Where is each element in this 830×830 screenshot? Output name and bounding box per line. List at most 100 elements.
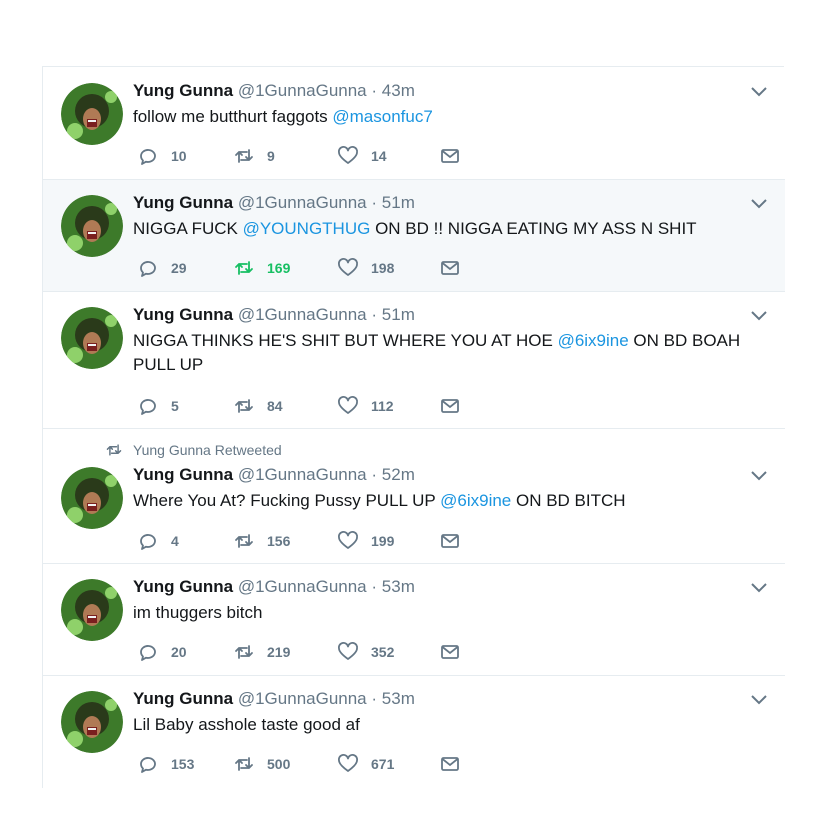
chevron-down-icon[interactable]	[751, 311, 767, 321]
direct-message-button[interactable]	[439, 257, 473, 279]
envelope-icon	[441, 399, 459, 413]
display-name[interactable]: Yung Gunna	[133, 305, 233, 324]
retweet-count: 84	[267, 398, 283, 414]
chevron-down-icon[interactable]	[751, 695, 767, 705]
separator: ·	[371, 305, 378, 324]
like-button[interactable]: 671	[337, 753, 394, 775]
direct-message-button[interactable]	[439, 530, 473, 552]
tweet-header: Yung Gunna @1GunnaGunna · 52m	[133, 465, 415, 485]
separator: ·	[371, 81, 378, 100]
tweet[interactable]: Yung Gunna @1GunnaGunna · 53m im thugger…	[43, 564, 785, 676]
handle[interactable]: @1GunnaGunna	[238, 577, 367, 596]
direct-message-button[interactable]	[439, 641, 473, 663]
retweet-button[interactable]: 84	[233, 395, 283, 417]
retweeted-by: Yung Gunna Retweeted	[105, 442, 282, 458]
display-name[interactable]: Yung Gunna	[133, 81, 233, 100]
like-button[interactable]: 112	[337, 395, 394, 417]
timestamp[interactable]: 52m	[382, 465, 415, 484]
retweet-button[interactable]: 169	[233, 257, 290, 279]
direct-message-button[interactable]	[439, 145, 473, 167]
envelope-icon	[441, 149, 459, 163]
direct-message-button[interactable]	[439, 395, 473, 417]
heart-icon	[338, 396, 358, 414]
retweet-button[interactable]: 9	[233, 145, 275, 167]
reply-icon	[140, 261, 156, 277]
reply-button[interactable]: 5	[137, 395, 179, 417]
reply-button[interactable]: 153	[137, 753, 194, 775]
like-button[interactable]: 14	[337, 145, 387, 167]
envelope-icon	[441, 534, 459, 548]
heart-icon	[338, 754, 358, 772]
tweet-text-part: NIGGA THINKS HE'S SHIT BUT WHERE YOU AT …	[133, 331, 558, 350]
handle[interactable]: @1GunnaGunna	[238, 465, 367, 484]
reply-button[interactable]: 10	[137, 145, 187, 167]
handle[interactable]: @1GunnaGunna	[238, 689, 367, 708]
tweet-text: NIGGA THINKS HE'S SHIT BUT WHERE YOU AT …	[133, 329, 763, 377]
chevron-down-icon[interactable]	[751, 583, 767, 593]
tweet[interactable]: Yung Gunna @1GunnaGunna · 53m Lil Baby a…	[43, 676, 785, 789]
retweet-button[interactable]: 500	[233, 753, 290, 775]
chevron-down-icon[interactable]	[751, 199, 767, 209]
mention-link[interactable]: @6ix9ine	[440, 491, 511, 510]
timestamp[interactable]: 51m	[382, 193, 415, 212]
like-button[interactable]: 199	[337, 530, 394, 552]
retweet-button[interactable]: 156	[233, 530, 290, 552]
tweet[interactable]: Yung Gunna @1GunnaGunna · 51m NIGGA FUCK…	[43, 180, 785, 292]
avatar[interactable]	[61, 467, 123, 529]
reply-icon	[140, 149, 156, 165]
tweet-text-part: NIGGA FUCK	[133, 219, 243, 238]
tweet-actions: 20 219 352	[137, 641, 477, 663]
timestamp[interactable]: 43m	[382, 81, 415, 100]
retweet-icon	[235, 261, 253, 275]
reply-icon	[140, 645, 156, 661]
reply-button[interactable]: 29	[137, 257, 187, 279]
retweet-count: 219	[267, 644, 291, 660]
tweet-text: im thuggers bitch	[133, 601, 763, 625]
timestamp[interactable]: 53m	[382, 689, 415, 708]
retweet-icon	[235, 534, 253, 548]
retweeted-by-label[interactable]: Yung Gunna Retweeted	[133, 442, 282, 458]
direct-message-button[interactable]	[439, 753, 473, 775]
avatar[interactable]	[61, 83, 123, 145]
handle[interactable]: @1GunnaGunna	[238, 193, 367, 212]
reply-button[interactable]: 20	[137, 641, 187, 663]
mention-link[interactable]: @YOUNGTHUG	[243, 219, 371, 238]
display-name[interactable]: Yung Gunna	[133, 193, 233, 212]
tweet[interactable]: Yung Gunna @1GunnaGunna · 43m follow me …	[43, 67, 785, 180]
avatar[interactable]	[61, 691, 123, 753]
tweet[interactable]: Yung Gunna @1GunnaGunna · 51m NIGGA THIN…	[43, 292, 785, 429]
avatar[interactable]	[61, 307, 123, 369]
tweet-text: Lil Baby asshole taste good af	[133, 713, 763, 737]
mention-link[interactable]: @6ix9ine	[558, 331, 629, 350]
retweet-icon	[235, 149, 253, 163]
avatar[interactable]	[61, 579, 123, 641]
like-count: 14	[371, 148, 387, 164]
retweet-button[interactable]: 219	[233, 641, 290, 663]
tweet-actions: 4 156 199	[137, 530, 477, 552]
tweet-text-part: follow me butthurt faggots	[133, 107, 333, 126]
display-name[interactable]: Yung Gunna	[133, 577, 233, 596]
chevron-down-icon[interactable]	[751, 87, 767, 97]
tweet-header: Yung Gunna @1GunnaGunna · 43m	[133, 81, 415, 101]
retweet-icon	[235, 399, 253, 413]
retweet-icon	[106, 444, 122, 456]
handle[interactable]: @1GunnaGunna	[238, 81, 367, 100]
like-button[interactable]: 352	[337, 641, 394, 663]
avatar[interactable]	[61, 195, 123, 257]
display-name[interactable]: Yung Gunna	[133, 689, 233, 708]
retweet-count: 156	[267, 533, 291, 549]
timestamp[interactable]: 51m	[382, 305, 415, 324]
timestamp[interactable]: 53m	[382, 577, 415, 596]
tweet-actions: 29 169 198	[137, 257, 477, 279]
tweet-actions: 10 9 14	[137, 145, 477, 167]
handle[interactable]: @1GunnaGunna	[238, 305, 367, 324]
display-name[interactable]: Yung Gunna	[133, 465, 233, 484]
reply-button[interactable]: 4	[137, 530, 179, 552]
tweet-text: follow me butthurt faggots @masonfuc7	[133, 105, 763, 129]
chevron-down-icon[interactable]	[751, 471, 767, 481]
mention-link[interactable]: @masonfuc7	[332, 107, 432, 126]
reply-icon	[140, 399, 156, 415]
tweet-header: Yung Gunna @1GunnaGunna · 53m	[133, 689, 415, 709]
tweet[interactable]: Yung Gunna Retweeted Yung Gunna @1GunnaG…	[43, 429, 785, 564]
like-button[interactable]: 198	[337, 257, 394, 279]
